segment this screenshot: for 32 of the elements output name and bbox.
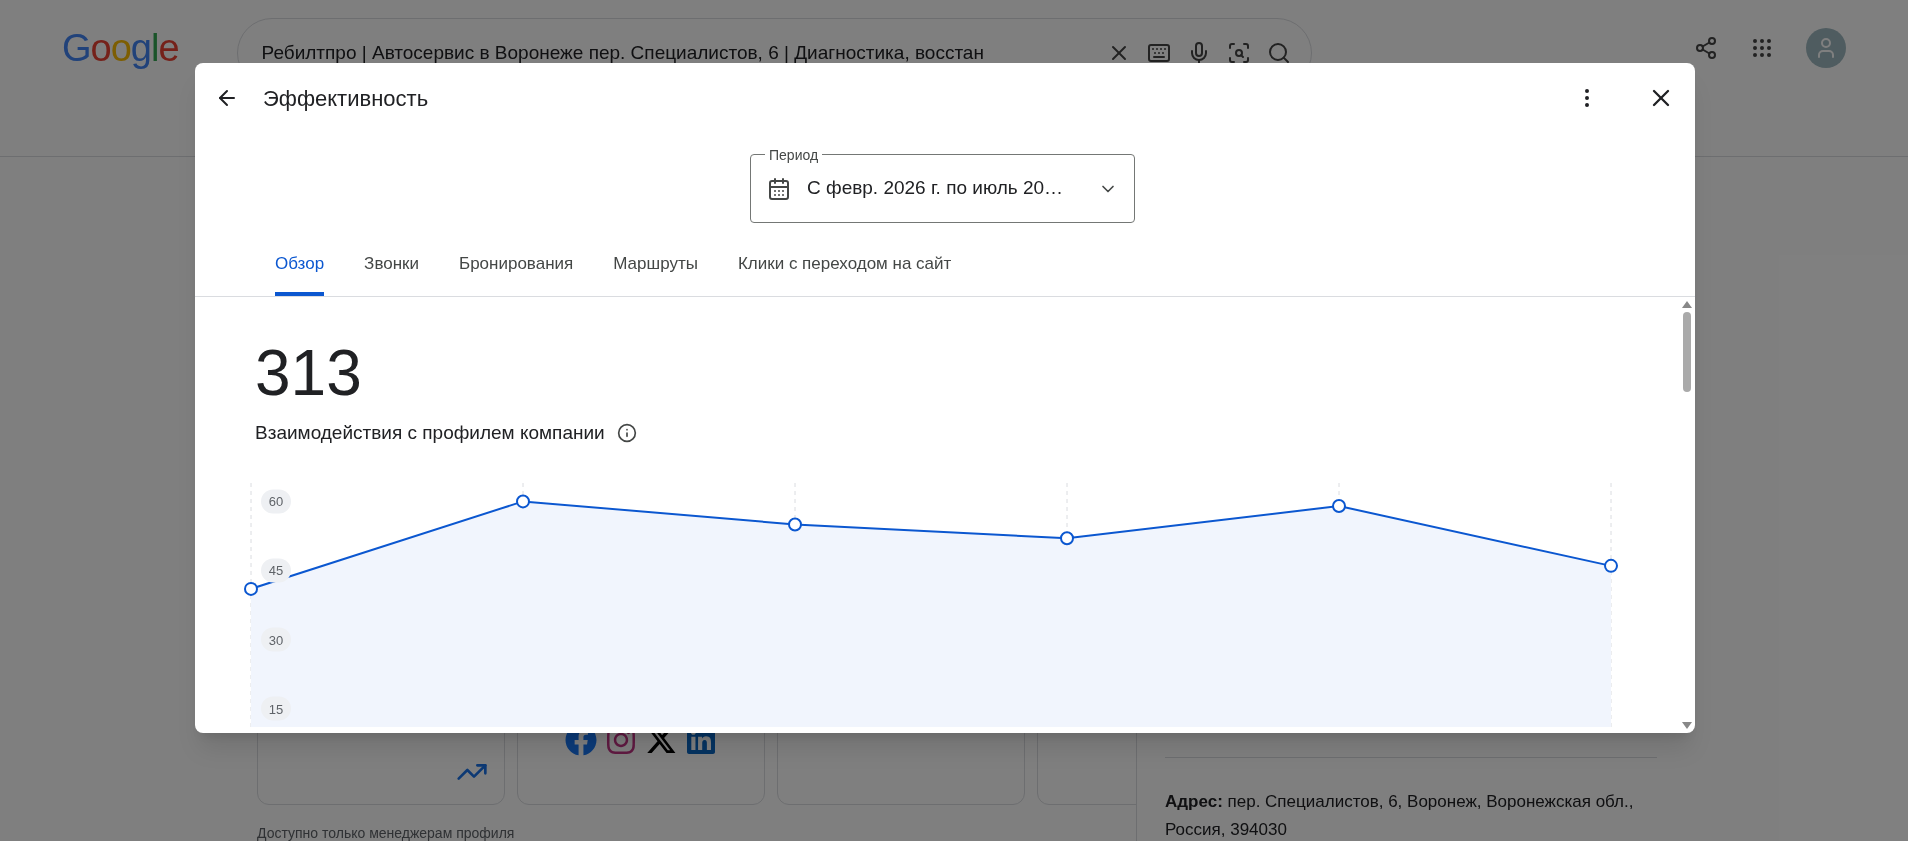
point	[1332, 499, 1346, 514]
scroll-down-icon[interactable]	[1682, 722, 1692, 729]
point	[1604, 558, 1618, 573]
y-axis-label: 45	[261, 558, 291, 583]
camera-search-icon[interactable]	[1226, 41, 1251, 65]
note-text: Доступно только менеджерам профиля	[257, 824, 516, 841]
point	[516, 494, 530, 509]
apps-icon[interactable]	[1750, 36, 1774, 60]
point	[1060, 531, 1074, 546]
period-value: С февр. 2026 г. по июль 20…	[807, 176, 1065, 201]
y-axis-label: 60	[261, 489, 291, 514]
share-icon[interactable]	[1694, 36, 1718, 60]
info-icon[interactable]	[616, 422, 637, 443]
tab[interactable]: Обзор	[275, 251, 325, 296]
address-text: Адрес: пер. Специалистов, 6, Воронеж, Воронежская обл., Россия, 394030	[1165, 792, 1634, 839]
point	[244, 581, 258, 596]
point	[788, 517, 802, 532]
y-tick-label: 60	[268, 494, 284, 510]
tab[interactable]: Клики с переходом на сайт	[737, 251, 952, 296]
tab[interactable]: Звонки	[364, 251, 419, 296]
search-text: Ребилтпро | Автосервис в Воронеже пер. Специалистов, 6 | Диагностика, восстан	[261, 40, 985, 65]
calendar-icon	[767, 176, 791, 201]
keyboard-icon[interactable]	[1146, 41, 1171, 65]
y-tick-label: 15	[268, 701, 284, 717]
scroll-thumb[interactable]	[1683, 311, 1691, 392]
y-tick-label: 45	[268, 563, 284, 579]
total-label: Взаимодействия с профилем компании	[255, 420, 605, 445]
y-tick-label: 30	[268, 632, 284, 648]
tab[interactable]: Маршруты	[613, 251, 698, 296]
search-icon[interactable]	[1266, 41, 1291, 65]
total-value: 313	[255, 336, 363, 409]
tab[interactable]: Бронирования	[459, 251, 574, 296]
